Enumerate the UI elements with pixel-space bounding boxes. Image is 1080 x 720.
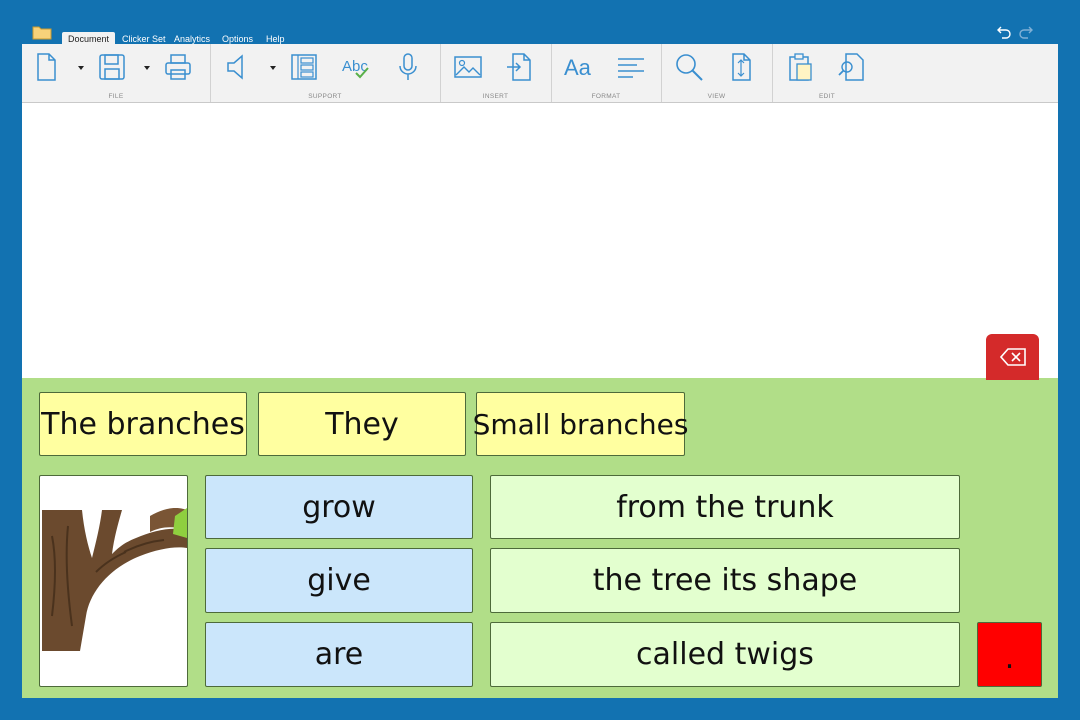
starter-cell[interactable]: They bbox=[258, 392, 466, 456]
align-button[interactable] bbox=[613, 50, 649, 84]
ending-cell[interactable]: from the trunk bbox=[490, 475, 960, 539]
microphone-icon bbox=[399, 53, 417, 80]
picture-icon bbox=[454, 56, 482, 78]
magnifier-icon bbox=[676, 54, 703, 81]
find-button[interactable] bbox=[834, 50, 870, 84]
starter-cell[interactable]: The branches bbox=[39, 392, 247, 456]
page-size-button[interactable] bbox=[723, 50, 759, 84]
ribbon-group-format: Aa FORMAT bbox=[551, 44, 662, 102]
verb-cell[interactable]: grow bbox=[205, 475, 473, 539]
speech-dropdown-icon[interactable] bbox=[268, 64, 278, 72]
save-disk-icon bbox=[99, 54, 125, 80]
verb-cell[interactable]: give bbox=[205, 548, 473, 613]
zoom-button[interactable] bbox=[671, 50, 707, 84]
group-label-edit: EDIT bbox=[818, 93, 835, 100]
group-label-view: VIEW bbox=[707, 93, 726, 100]
document-text-area[interactable] bbox=[22, 103, 1058, 378]
font-button[interactable]: Aa bbox=[561, 50, 597, 84]
word-list-button[interactable] bbox=[286, 50, 322, 84]
speaker-icon bbox=[227, 54, 243, 80]
printer-icon bbox=[165, 54, 191, 80]
insert-picture-button[interactable] bbox=[450, 50, 486, 84]
group-label-file: FILE bbox=[108, 93, 124, 100]
starter-cell[interactable]: Small branches bbox=[473, 392, 688, 456]
redo-icon[interactable] bbox=[1018, 24, 1034, 40]
clipboard-icon bbox=[789, 53, 812, 81]
numbered-list-icon bbox=[291, 54, 317, 80]
spell-check-button[interactable]: Abc bbox=[338, 50, 374, 84]
ribbon-group-view: VIEW bbox=[661, 44, 773, 102]
paste-button[interactable] bbox=[782, 50, 818, 84]
save-button[interactable] bbox=[94, 50, 130, 84]
speech-button[interactable] bbox=[220, 50, 256, 84]
group-label-support: SUPPORT bbox=[308, 93, 342, 100]
font-icon: Aa bbox=[564, 55, 592, 80]
save-dropdown-icon[interactable] bbox=[142, 64, 152, 72]
ribbon-group-insert: INSERT bbox=[440, 44, 552, 102]
voice-input-button[interactable] bbox=[390, 50, 426, 84]
verb-cell[interactable]: are bbox=[205, 622, 473, 687]
backspace-icon bbox=[999, 348, 1026, 366]
tree-branches-image bbox=[42, 508, 187, 651]
group-label-format: FORMAT bbox=[591, 93, 621, 100]
insert-file-button[interactable] bbox=[502, 50, 538, 84]
svg-text:Aa: Aa bbox=[564, 55, 592, 80]
new-document-button[interactable] bbox=[28, 50, 64, 84]
undo-icon[interactable] bbox=[996, 24, 1012, 40]
group-label-insert: INSERT bbox=[482, 93, 509, 100]
folder-icon[interactable] bbox=[32, 24, 52, 40]
new-dropdown-icon[interactable] bbox=[76, 64, 86, 72]
ending-cell[interactable]: the tree its shape bbox=[490, 548, 960, 613]
backspace-button[interactable] bbox=[986, 334, 1039, 380]
new-document-icon bbox=[37, 53, 56, 81]
print-button[interactable] bbox=[160, 50, 196, 84]
ribbon-group-support: Abc SUPPORT bbox=[210, 44, 441, 102]
ribbon-group-edit: EDIT bbox=[772, 44, 882, 102]
ribbon-toolbar: FILE Abc SUPPORT INSERT Aa FORMAT VIEW E… bbox=[22, 44, 1058, 103]
align-left-icon bbox=[618, 58, 644, 78]
tree-picture-cell[interactable] bbox=[39, 475, 188, 687]
ending-cell[interactable]: called twigs bbox=[490, 622, 960, 687]
insert-document-icon bbox=[507, 53, 531, 81]
tab-document[interactable]: Document bbox=[62, 32, 116, 44]
ribbon-group-file: FILE bbox=[22, 44, 211, 102]
spell-check-icon: Abc bbox=[342, 58, 369, 79]
full-stop-button[interactable]: . bbox=[977, 622, 1042, 687]
page-resize-icon bbox=[732, 53, 751, 81]
find-document-icon bbox=[838, 53, 864, 81]
